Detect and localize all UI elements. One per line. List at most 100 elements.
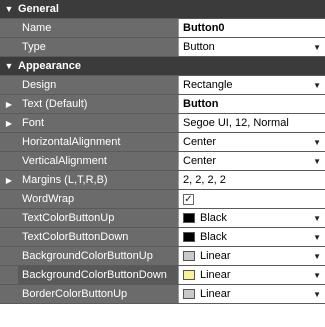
dropdown-arrow-icon[interactable]: ▼ bbox=[313, 228, 321, 246]
dropdown-arrow-icon[interactable]: ▼ bbox=[313, 152, 321, 170]
row-margin bbox=[0, 152, 18, 170]
dropdown-arrow-icon[interactable]: ▼ bbox=[313, 38, 321, 56]
category-label: Appearance bbox=[18, 60, 81, 72]
property-name: TextColorButtonUp bbox=[18, 209, 178, 227]
property-row[interactable]: VerticalAlignment Center ▼ bbox=[0, 152, 325, 171]
property-row[interactable]: TextColorButtonDown Black ▼ bbox=[0, 228, 325, 247]
color-swatch bbox=[183, 251, 195, 261]
value-content: Linear bbox=[183, 285, 231, 303]
dropdown-arrow-icon[interactable]: ▼ bbox=[313, 285, 321, 303]
value-content: ✓ bbox=[183, 193, 194, 205]
property-row[interactable]: WordWrap ✓ bbox=[0, 190, 325, 209]
property-value-field[interactable]: 2, 2, 2, 2 bbox=[178, 171, 325, 189]
property-row[interactable]: ▶ Font Segoe UI, 12, Normal bbox=[0, 114, 325, 133]
property-value-dropdown[interactable]: Center ▼ bbox=[178, 133, 325, 151]
category-header[interactable]: ▼ General bbox=[0, 0, 325, 19]
property-value-field[interactable]: Button0 bbox=[178, 19, 325, 37]
dropdown-arrow-icon[interactable]: ▼ bbox=[313, 76, 321, 94]
property-name: VerticalAlignment bbox=[18, 152, 178, 170]
property-name: TextColorButtonDown bbox=[18, 228, 178, 246]
property-grid: ▼ General Name Button0 Type Button ▼ ▼ Appearanc… bbox=[0, 0, 325, 304]
value-content: Button bbox=[183, 95, 218, 113]
property-value: Button0 bbox=[183, 21, 225, 34]
scroll-fade bbox=[0, 305, 325, 327]
property-row[interactable]: ▶ Text (Default) Button bbox=[0, 95, 325, 114]
row-margin bbox=[0, 133, 18, 151]
dropdown-arrow-icon[interactable]: ▼ bbox=[313, 266, 321, 284]
row-margin bbox=[0, 209, 18, 227]
expander-icon[interactable]: ▼ bbox=[0, 57, 18, 75]
property-name: HorizontalAlignment bbox=[18, 133, 178, 151]
property-value-dropdown[interactable]: Button ▼ bbox=[178, 38, 325, 56]
property-value-dropdown[interactable]: Black ▼ bbox=[178, 228, 325, 246]
value-content: Button0 bbox=[183, 19, 225, 37]
color-swatch bbox=[183, 270, 195, 280]
property-value-dropdown[interactable]: Linear ▼ bbox=[178, 247, 325, 265]
property-value: Rectangle bbox=[183, 78, 233, 91]
value-content: Center bbox=[183, 152, 216, 170]
property-row[interactable]: Name Button0 bbox=[0, 19, 325, 38]
property-value: Segoe UI, 12, Normal bbox=[183, 116, 289, 129]
color-swatch bbox=[183, 213, 195, 223]
property-row[interactable]: Type Button ▼ bbox=[0, 38, 325, 57]
property-value-dropdown[interactable]: Rectangle ▼ bbox=[178, 76, 325, 94]
property-name: Type bbox=[18, 38, 178, 56]
property-row[interactable]: BorderColorButtonUp Linear ▼ bbox=[0, 285, 325, 304]
property-row[interactable]: Design Rectangle ▼ bbox=[0, 76, 325, 95]
expand-icon[interactable]: ▶ bbox=[0, 171, 18, 189]
property-value: Linear bbox=[200, 268, 231, 281]
property-row[interactable]: ▶ Margins (L,T,R,B) 2, 2, 2, 2 bbox=[0, 171, 325, 190]
property-row[interactable]: HorizontalAlignment Center ▼ bbox=[0, 133, 325, 152]
dropdown-arrow-icon[interactable]: ▼ bbox=[313, 247, 321, 265]
expand-icon[interactable]: ▶ bbox=[0, 95, 18, 113]
property-value: Black bbox=[200, 230, 227, 243]
row-margin bbox=[0, 228, 18, 246]
property-value: Center bbox=[183, 135, 217, 148]
property-name: Design bbox=[18, 76, 178, 94]
row-margin bbox=[0, 76, 18, 94]
row-margin bbox=[0, 190, 18, 208]
property-value-field[interactable]: Button bbox=[178, 95, 325, 113]
expander-icon[interactable]: ▼ bbox=[0, 0, 18, 18]
dropdown-arrow-icon[interactable]: ▼ bbox=[313, 209, 321, 227]
value-content: Button bbox=[183, 38, 215, 56]
property-row[interactable]: BackgroundColorButtonDown Linear ▼ bbox=[0, 266, 325, 285]
value-content: Black bbox=[183, 209, 227, 227]
dropdown-arrow-icon[interactable]: ▼ bbox=[313, 133, 321, 151]
property-row[interactable]: TextColorButtonUp Black ▼ bbox=[0, 209, 325, 228]
row-margin bbox=[0, 38, 18, 56]
category-header[interactable]: ▼ Appearance bbox=[0, 57, 325, 76]
property-name: WordWrap bbox=[18, 190, 178, 208]
property-value-dropdown[interactable]: Linear ▼ bbox=[178, 266, 325, 284]
value-content: Linear bbox=[183, 247, 231, 265]
property-name: BackgroundColorButtonUp bbox=[18, 247, 178, 265]
expand-icon[interactable]: ▶ bbox=[0, 114, 18, 132]
value-content: Black bbox=[183, 228, 227, 246]
row-margin bbox=[0, 266, 18, 284]
property-row[interactable]: BackgroundColorButtonUp Linear ▼ bbox=[0, 247, 325, 266]
value-content: Rectangle bbox=[183, 76, 233, 94]
property-name: BorderColorButtonUp bbox=[18, 285, 178, 303]
color-swatch bbox=[183, 232, 195, 242]
property-value-dropdown[interactable]: Black ▼ bbox=[178, 209, 325, 227]
row-margin bbox=[0, 285, 18, 303]
property-value: Button bbox=[183, 97, 219, 110]
property-value: Black bbox=[200, 211, 227, 224]
property-value-dropdown[interactable]: Linear ▼ bbox=[178, 285, 325, 303]
color-swatch bbox=[183, 289, 195, 299]
property-value: Button bbox=[183, 40, 215, 53]
property-value-checkbox[interactable]: ✓ bbox=[178, 190, 325, 208]
property-name: Margins (L,T,R,B) bbox=[18, 171, 178, 189]
value-content: Linear bbox=[183, 266, 231, 284]
value-content: Center bbox=[183, 133, 216, 151]
property-value-field[interactable]: Segoe UI, 12, Normal bbox=[178, 114, 325, 132]
property-name: Text (Default) bbox=[18, 95, 178, 113]
property-value: Linear bbox=[200, 287, 231, 300]
property-value: 2, 2, 2, 2 bbox=[183, 173, 226, 186]
property-name: Font bbox=[18, 114, 178, 132]
category-label: General bbox=[18, 3, 59, 15]
property-value-dropdown[interactable]: Center ▼ bbox=[178, 152, 325, 170]
property-name: BackgroundColorButtonDown bbox=[18, 266, 178, 284]
property-value: Center bbox=[183, 154, 217, 167]
checkbox[interactable]: ✓ bbox=[183, 193, 194, 205]
